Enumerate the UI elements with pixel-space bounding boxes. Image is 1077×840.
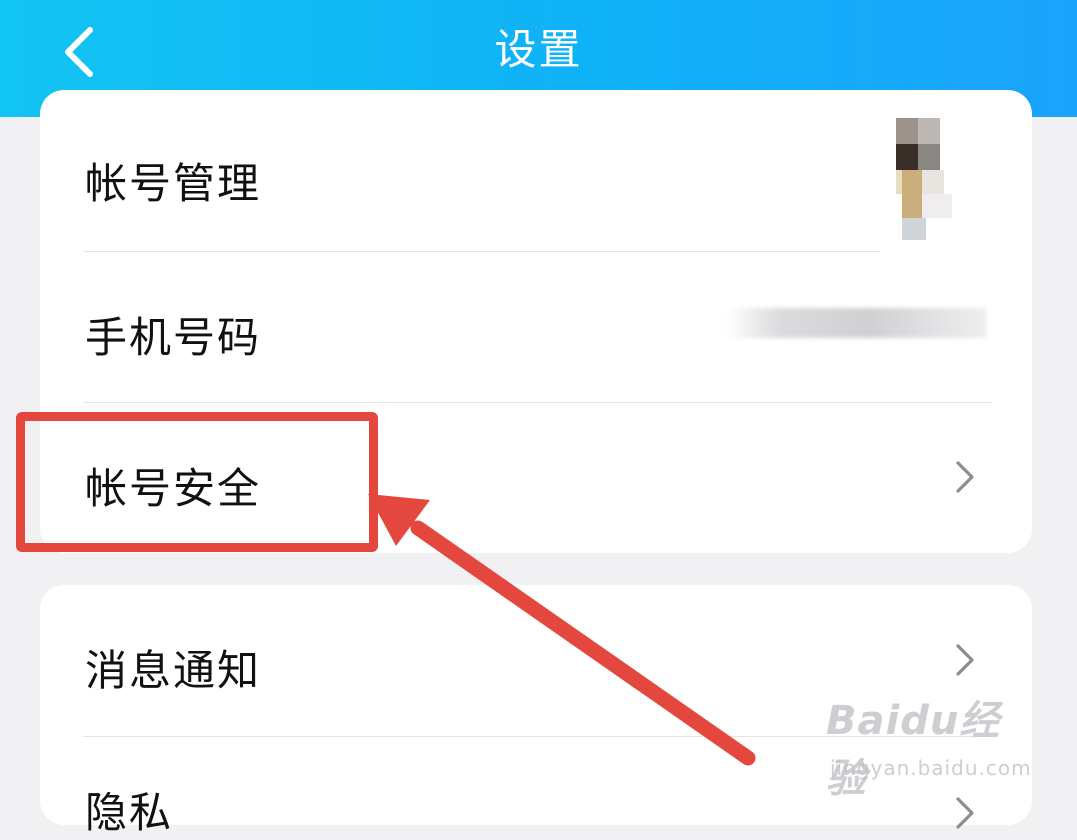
page-title: 设置: [494, 25, 583, 74]
settings-item-label: 隐私: [85, 788, 174, 837]
settings-item-account-management[interactable]: 帐号管理: [40, 90, 1032, 252]
annotation-highlight-box: [16, 412, 378, 552]
watermark: Baidu经验 jingyan.baidu.com: [826, 688, 1031, 802]
settings-item-label: 消息通知: [85, 646, 262, 695]
avatar: [888, 118, 960, 240]
settings-item-label: 帐号管理: [85, 159, 262, 208]
watermark-url: jingyan.baidu.com: [830, 756, 1032, 780]
chevron-right-icon: [956, 461, 974, 493]
settings-item-label: 手机号码: [85, 313, 262, 362]
watermark-brand: Baidu经验: [826, 698, 1001, 802]
chevron-right-icon: [956, 644, 974, 676]
masked-phone-value: [726, 308, 986, 338]
annotation-arrow-icon: [368, 494, 756, 766]
